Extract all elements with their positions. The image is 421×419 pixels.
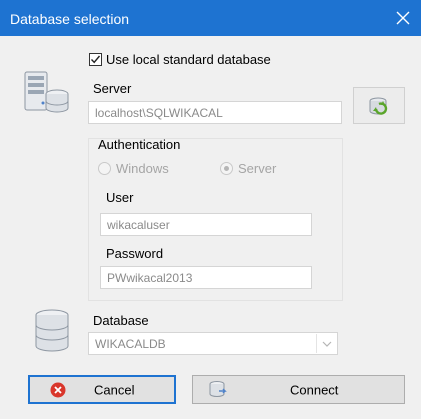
connect-icon	[209, 381, 227, 397]
cancel-icon	[50, 382, 66, 398]
user-label: User	[106, 190, 134, 205]
server-label: Server	[93, 81, 132, 96]
auth-windows-radio[interactable]	[98, 162, 111, 175]
window-title: Database selection	[10, 11, 130, 27]
server-icon	[24, 71, 69, 113]
auth-server-radio[interactable]	[220, 162, 233, 175]
database-selection-dialog: Database selection Use local standard da…	[0, 0, 421, 419]
title-bar: Database selection	[0, 0, 421, 36]
database-select[interactable]: WIKACALDB	[88, 332, 338, 355]
database-selected-value: WIKACALDB	[95, 337, 166, 351]
refresh-icon	[369, 97, 388, 115]
use-local-database-label: Use local standard database	[106, 52, 271, 67]
database-label: Database	[93, 313, 149, 328]
close-button[interactable]	[385, 0, 421, 36]
connect-label: Connect	[290, 382, 339, 397]
password-input[interactable]	[100, 266, 312, 289]
auth-server-label: Server	[238, 161, 277, 176]
close-icon	[396, 11, 410, 25]
auth-windows-label: Windows	[116, 161, 169, 176]
database-icon	[35, 309, 69, 352]
use-local-database-checkbox[interactable]	[89, 53, 102, 66]
user-input[interactable]	[100, 213, 312, 236]
auth-server-option[interactable]: Server	[220, 161, 276, 176]
auth-windows-option[interactable]: Windows	[98, 161, 169, 176]
refresh-servers-button[interactable]	[353, 87, 405, 124]
cancel-button[interactable]: Cancel	[28, 375, 176, 404]
password-label: Password	[106, 246, 164, 261]
use-local-database-option[interactable]: Use local standard database	[89, 52, 271, 67]
server-input[interactable]	[88, 101, 342, 124]
connect-button[interactable]: Connect	[192, 375, 405, 404]
chevron-down-icon[interactable]	[316, 334, 336, 353]
authentication-label: Authentication	[98, 137, 181, 152]
cancel-label: Cancel	[94, 382, 135, 397]
checkmark-icon	[90, 55, 101, 64]
